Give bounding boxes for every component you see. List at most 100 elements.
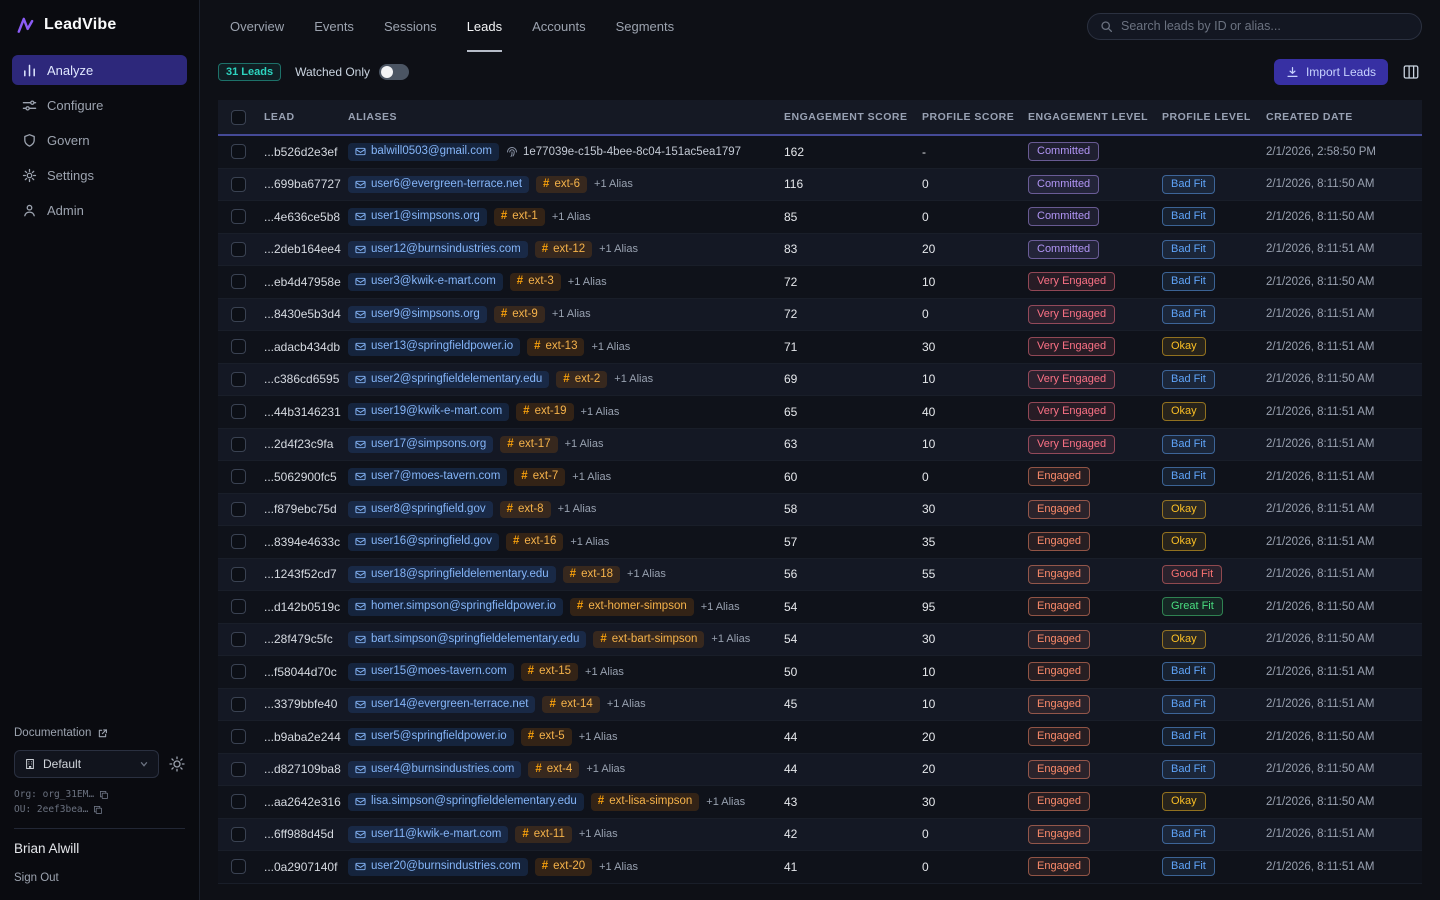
copy-icon[interactable] [93, 805, 103, 815]
ext-alias-chip[interactable]: #ext-15 [521, 663, 578, 681]
ext-alias-chip[interactable]: #ext-bart-simpson [593, 631, 704, 649]
row-checkbox[interactable] [231, 632, 246, 647]
email-alias-chip[interactable]: bart.simpson@springfieldelementary.edu [348, 631, 586, 649]
email-alias-chip[interactable]: user19@kwik-e-mart.com [348, 403, 509, 421]
table-row[interactable]: ...2d4f23c9fauser17@simpsons.org#ext-17+… [218, 429, 1422, 462]
table-row[interactable]: ...adacb434dbuser13@springfieldpower.io#… [218, 331, 1422, 364]
email-alias-chip[interactable]: user8@springfield.gov [348, 501, 493, 519]
table-row[interactable]: ...d142b0519chomer.simpson@springfieldpo… [218, 591, 1422, 624]
table-row[interactable]: ...d827109ba8user4@burnsindustries.com#e… [218, 754, 1422, 787]
column-header-aliases[interactable]: ALIASES [342, 111, 778, 123]
email-alias-chip[interactable]: homer.simpson@springfieldpower.io [348, 598, 563, 616]
table-row[interactable]: ...44b3146231user19@kwik-e-mart.com#ext-… [218, 396, 1422, 429]
search-box[interactable] [1087, 13, 1422, 40]
search-input[interactable] [1121, 19, 1409, 33]
email-alias-chip[interactable]: user12@burnsindustries.com [348, 241, 528, 259]
table-row[interactable]: ...f879ebc75duser8@springfield.gov#ext-8… [218, 494, 1422, 527]
row-checkbox[interactable] [231, 534, 246, 549]
table-row[interactable]: ...f58044d70cuser15@moes-tavern.com#ext-… [218, 656, 1422, 689]
sign-out-link[interactable]: Sign Out [14, 872, 185, 884]
email-alias-chip[interactable]: user7@moes-tavern.com [348, 468, 507, 486]
sidebar-item-settings[interactable]: Settings [12, 160, 187, 190]
email-alias-chip[interactable]: user18@springfieldelementary.edu [348, 566, 556, 584]
row-checkbox[interactable] [231, 274, 246, 289]
table-row[interactable]: ...1243f52cd7user18@springfieldelementar… [218, 559, 1422, 592]
column-header-lead[interactable]: LEAD [258, 111, 342, 123]
table-row[interactable]: ...8394e4633cuser16@springfield.gov#ext-… [218, 526, 1422, 559]
row-checkbox[interactable] [231, 859, 246, 874]
email-alias-chip[interactable]: user20@burnsindustries.com [348, 858, 528, 876]
ext-alias-chip[interactable]: #ext-20 [535, 858, 592, 876]
ext-alias-chip[interactable]: #ext-13 [527, 338, 584, 356]
row-checkbox[interactable] [231, 794, 246, 809]
email-alias-chip[interactable]: user16@springfield.gov [348, 533, 499, 551]
email-alias-chip[interactable]: balwill0503@gmail.com [348, 143, 499, 161]
column-header-created-date[interactable]: CREATED DATE [1260, 111, 1422, 123]
row-checkbox[interactable] [231, 144, 246, 159]
row-checkbox[interactable] [231, 404, 246, 419]
table-row[interactable]: ...8430e5b3d4user9@simpsons.org#ext-9+1 … [218, 299, 1422, 332]
email-alias-chip[interactable]: user14@evergreen-terrace.net [348, 696, 535, 714]
ext-alias-chip[interactable]: #ext-6 [536, 176, 587, 194]
environment-select[interactable]: Default [14, 750, 159, 778]
tab-sessions[interactable]: Sessions [384, 0, 437, 52]
ext-alias-chip[interactable]: #ext-16 [506, 533, 563, 551]
sidebar-item-govern[interactable]: Govern [12, 125, 187, 155]
table-row[interactable]: ...4e636ce5b8user1@simpsons.org#ext-1+1 … [218, 201, 1422, 234]
email-alias-chip[interactable]: user6@evergreen-terrace.net [348, 176, 529, 194]
ext-alias-chip[interactable]: #ext-17 [500, 436, 557, 454]
table-row[interactable]: ...eb4d47958euser3@kwik-e-mart.com#ext-3… [218, 266, 1422, 299]
row-checkbox[interactable] [231, 469, 246, 484]
row-checkbox[interactable] [231, 599, 246, 614]
email-alias-chip[interactable]: lisa.simpson@springfieldelementary.edu [348, 793, 584, 811]
column-header-engagement-level[interactable]: ENGAGEMENT LEVEL [1022, 111, 1156, 123]
row-checkbox[interactable] [231, 177, 246, 192]
row-checkbox[interactable] [231, 307, 246, 322]
copy-icon[interactable] [99, 790, 109, 800]
tab-accounts[interactable]: Accounts [532, 0, 585, 52]
table-row[interactable]: ...b9aba2e244user5@springfieldpower.io#e… [218, 721, 1422, 754]
ext-alias-chip[interactable]: #ext-5 [521, 728, 572, 746]
ext-alias-chip[interactable]: #ext-9 [494, 306, 545, 324]
documentation-link[interactable]: Documentation [14, 727, 185, 739]
row-checkbox[interactable] [231, 242, 246, 257]
row-checkbox[interactable] [231, 372, 246, 387]
theme-sun-icon[interactable] [169, 756, 185, 772]
column-header-profile-level[interactable]: PROFILE LEVEL [1156, 111, 1260, 123]
ext-alias-chip[interactable]: #ext-2 [556, 371, 607, 389]
email-alias-chip[interactable]: user3@kwik-e-mart.com [348, 273, 503, 291]
row-checkbox[interactable] [231, 827, 246, 842]
ext-alias-chip[interactable]: #ext-12 [535, 241, 592, 259]
table-row[interactable]: ...c386cd6595user2@springfieldelementary… [218, 364, 1422, 397]
table-row[interactable]: ...0a2907140fuser20@burnsindustries.com#… [218, 851, 1422, 884]
table-row[interactable]: ...6ff988d45duser11@kwik-e-mart.com#ext-… [218, 819, 1422, 852]
table-row[interactable]: ...3379bbfe40user14@evergreen-terrace.ne… [218, 689, 1422, 722]
tab-leads[interactable]: Leads [467, 0, 502, 52]
row-checkbox[interactable] [231, 729, 246, 744]
sidebar-item-admin[interactable]: Admin [12, 195, 187, 225]
column-header-engagement-score[interactable]: ENGAGEMENT SCORE [778, 111, 916, 123]
email-alias-chip[interactable]: user13@springfieldpower.io [348, 338, 520, 356]
watched-only-toggle[interactable] [379, 64, 409, 80]
row-checkbox[interactable] [231, 502, 246, 517]
table-row[interactable]: ...2deb164ee4user12@burnsindustries.com#… [218, 234, 1422, 267]
table-row[interactable]: ...aa2642e316lisa.simpson@springfieldele… [218, 786, 1422, 819]
email-alias-chip[interactable]: user5@springfieldpower.io [348, 728, 514, 746]
ext-alias-chip[interactable]: #ext-lisa-simpson [591, 793, 699, 811]
email-alias-chip[interactable]: user1@simpsons.org [348, 208, 487, 226]
table-row[interactable]: ...699ba67727user6@evergreen-terrace.net… [218, 169, 1422, 202]
column-header-profile-score[interactable]: PROFILE SCORE [916, 111, 1022, 123]
ext-alias-chip[interactable]: #ext-19 [516, 403, 573, 421]
email-alias-chip[interactable]: user4@burnsindustries.com [348, 761, 521, 779]
ext-alias-chip[interactable]: #ext-7 [514, 468, 565, 486]
column-settings-button[interactable] [1400, 61, 1422, 83]
table-row[interactable]: ...5062900fc5user7@moes-tavern.com#ext-7… [218, 461, 1422, 494]
select-all-checkbox[interactable] [231, 110, 246, 125]
email-alias-chip[interactable]: user11@kwik-e-mart.com [348, 826, 508, 844]
email-alias-chip[interactable]: user9@simpsons.org [348, 306, 487, 324]
tab-overview[interactable]: Overview [230, 0, 284, 52]
import-leads-button[interactable]: Import Leads [1274, 59, 1388, 85]
ext-alias-chip[interactable]: #ext-8 [500, 501, 551, 519]
email-alias-chip[interactable]: user2@springfieldelementary.edu [348, 371, 549, 389]
ext-alias-chip[interactable]: #ext-14 [542, 696, 599, 714]
